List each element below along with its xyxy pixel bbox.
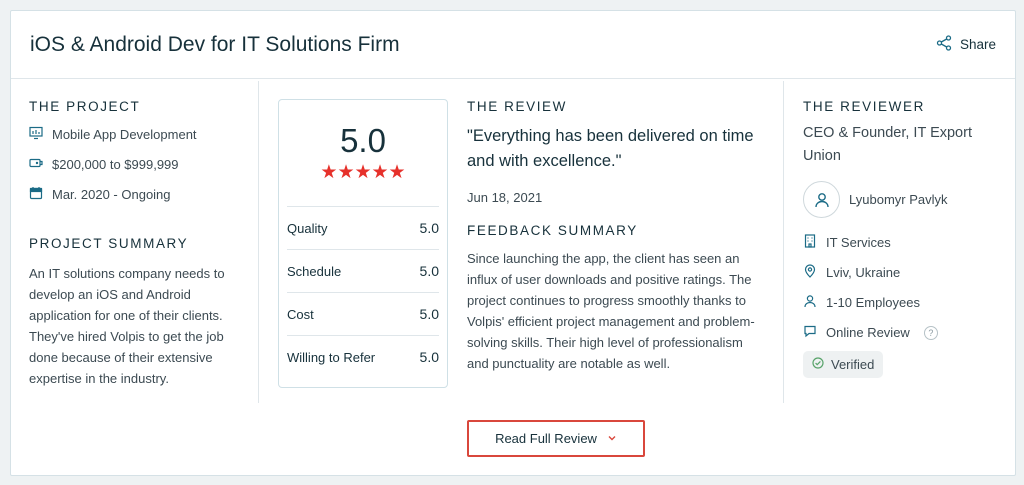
project-summary-heading: PROJECT SUMMARY xyxy=(29,236,189,251)
project-dates: Mar. 2020 - Ongoing xyxy=(29,186,249,203)
review-type-label: Online Review xyxy=(826,325,910,340)
review-card: iOS & Android Dev for IT Solutions Firm … xyxy=(10,10,1016,476)
verified-label: Verified xyxy=(831,357,875,372)
project-summary-text: An IT solutions company needs to develop… xyxy=(29,266,225,386)
project-column: THE PROJECT Mobile App Development $200,… xyxy=(29,99,249,389)
score-row-refer: Willing to Refer 5.0 xyxy=(287,335,439,378)
divider xyxy=(783,81,784,403)
card-header: iOS & Android Dev for IT Solutions Firm … xyxy=(11,11,1015,79)
reviewer-name: Lyubomyr Pavlyk xyxy=(849,192,948,207)
chevron-down-icon xyxy=(607,431,617,446)
score-label: Willing to Refer xyxy=(287,349,376,365)
check-circle-icon xyxy=(812,357,824,372)
location-pin-icon xyxy=(803,264,817,281)
read-full-review-button[interactable]: Read Full Review xyxy=(467,420,645,457)
tag-icon xyxy=(29,156,43,173)
verified-badge: Verified xyxy=(803,351,884,378)
feedback-heading: FEEDBACK SUMMARY xyxy=(467,223,638,238)
dates-label: Mar. 2020 - Ongoing xyxy=(52,187,171,202)
project-budget: $200,000 to $999,999 xyxy=(29,156,249,173)
read-full-review-label: Read Full Review xyxy=(495,431,597,446)
score-row-schedule: Schedule 5.0 xyxy=(287,249,439,292)
score-value: 5.0 xyxy=(419,220,439,236)
project-service: Mobile App Development xyxy=(29,126,249,143)
overall-rating: 5.0 xyxy=(340,122,386,159)
location-label: Lviv, Ukraine xyxy=(826,265,901,280)
share-button[interactable]: Share xyxy=(936,35,996,54)
chat-bubble-icon xyxy=(803,324,817,341)
score-row-quality: Quality 5.0 xyxy=(287,206,439,249)
review-quote: "Everything has been delivered on time a… xyxy=(467,127,754,170)
score-row-cost: Cost 5.0 xyxy=(287,292,439,335)
reviewer-person: Lyubomyr Pavlyk xyxy=(803,181,1003,218)
reviewer-column: THE REVIEWER CEO & Founder, IT Export Un… xyxy=(803,99,1003,378)
project-heading: THE PROJECT xyxy=(29,99,141,114)
budget-label: $200,000 to $999,999 xyxy=(52,157,179,172)
divider xyxy=(258,81,259,403)
share-label: Share xyxy=(959,37,996,52)
avatar xyxy=(803,181,840,218)
service-label: Mobile App Development xyxy=(52,127,197,142)
reviewer-location: Lviv, Ukraine xyxy=(803,264,1003,281)
calendar-icon xyxy=(29,186,43,203)
review-date: Jun 18, 2021 xyxy=(467,190,543,205)
score-label: Quality xyxy=(287,220,328,236)
score-label: Schedule xyxy=(287,263,342,279)
review-column: THE REVIEW "Everything has been delivere… xyxy=(467,99,763,374)
industry-label: IT Services xyxy=(826,235,891,250)
review-title: iOS & Android Dev for IT Solutions Firm xyxy=(30,32,400,56)
score-value: 5.0 xyxy=(419,306,439,322)
reviewer-role: CEO & Founder, IT Export Union xyxy=(803,125,972,164)
monitor-icon xyxy=(29,126,43,143)
share-icon xyxy=(936,35,952,54)
reviewer-industry: IT Services xyxy=(803,234,1003,251)
review-heading: THE REVIEW xyxy=(467,99,568,114)
score-label: Cost xyxy=(287,306,314,322)
user-icon xyxy=(803,294,817,311)
score-value: 5.0 xyxy=(419,349,439,365)
score-value: 5.0 xyxy=(419,263,439,279)
building-icon xyxy=(803,234,817,251)
help-icon[interactable]: ? xyxy=(923,325,938,340)
size-label: 1-10 Employees xyxy=(826,295,920,310)
rating-box: 5.0 ★★★★★ Quality 5.0 Schedule 5.0 Cost … xyxy=(278,99,448,388)
reviewer-size: 1-10 Employees xyxy=(803,294,1003,311)
reviewer-review-type: Online Review ? xyxy=(803,324,1003,341)
star-rating: ★★★★★ xyxy=(320,162,406,183)
reviewer-heading: THE REVIEWER xyxy=(803,99,925,114)
feedback-text: Since launching the app, the client has … xyxy=(467,251,755,371)
score-list: Quality 5.0 Schedule 5.0 Cost 5.0 Willin… xyxy=(279,206,447,378)
